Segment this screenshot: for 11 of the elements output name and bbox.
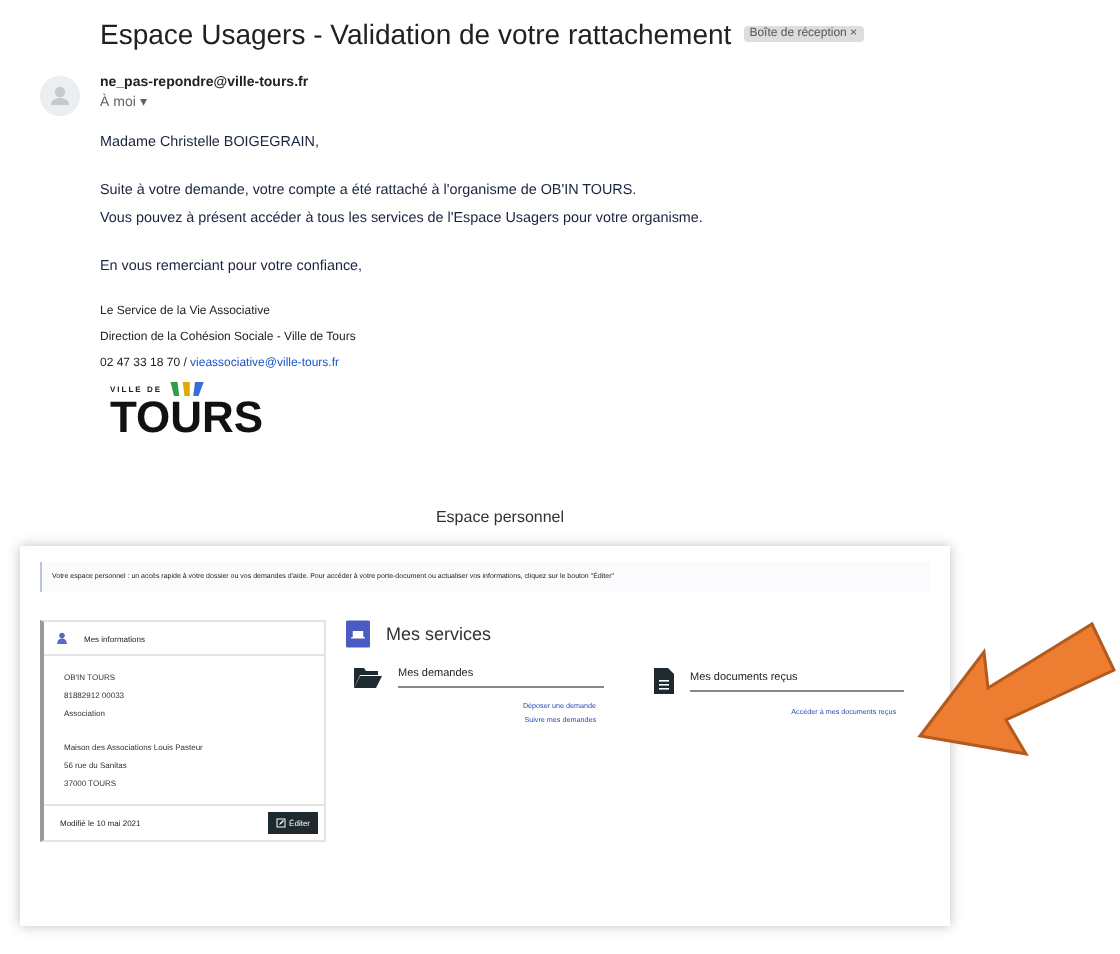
document-icon (654, 668, 674, 694)
user-icon (56, 632, 68, 644)
logo-wordmark: TOURS (110, 396, 266, 440)
page-title: Espace personnel (433, 508, 567, 526)
laptop-icon (346, 620, 370, 648)
edit-icon (275, 818, 286, 828)
folder-icon (354, 668, 382, 688)
services-title: Mes services (386, 624, 492, 644)
avatar-icon (40, 76, 80, 116)
email-subject: Espace Usagers - Validation de votre rattachement (100, 18, 732, 50)
logo-mark-icon (168, 382, 209, 396)
